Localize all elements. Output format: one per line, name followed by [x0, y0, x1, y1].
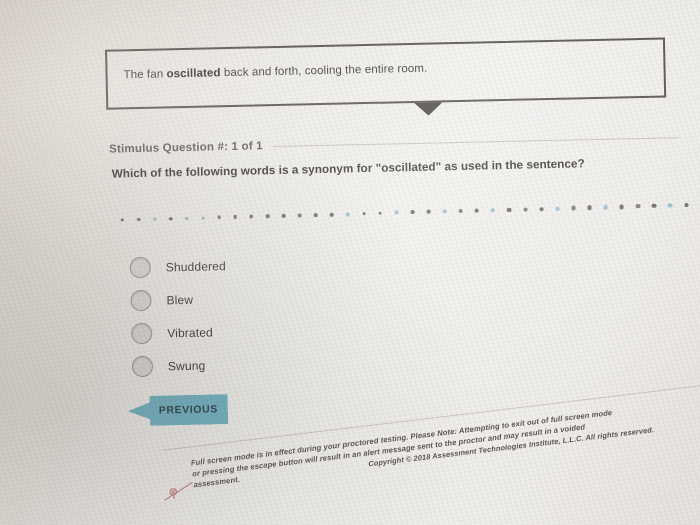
progress-dot[interactable]: [587, 205, 592, 210]
photographed-screen: The fan oscillated back and forth, cooli…: [0, 0, 700, 525]
answer-option[interactable]: Swung: [131, 348, 229, 383]
stimulus-keyword: oscillated: [166, 67, 221, 81]
progress-dot[interactable]: [313, 213, 318, 217]
progress-dot[interactable]: [458, 209, 463, 214]
question-prompt: Which of the following words is a synony…: [111, 157, 585, 181]
progress-dot[interactable]: [297, 213, 302, 218]
progress-dot[interactable]: [539, 206, 544, 212]
question-header-divider: [272, 136, 680, 147]
stimulus-box: The fan oscillated back and forth, cooli…: [105, 37, 667, 110]
progress-dot[interactable]: [426, 209, 431, 214]
progress-dot[interactable]: [523, 207, 528, 212]
page-footer: Full screen mode is in effect during you…: [156, 384, 700, 501]
answer-option[interactable]: Shuddered: [129, 249, 226, 284]
answer-option-label: Blew: [166, 292, 194, 307]
progress-dot[interactable]: [442, 209, 447, 214]
radio-button-icon[interactable]: [129, 256, 152, 279]
laptop-screen: The fan oscillated back and forth, cooli…: [0, 0, 700, 525]
answer-option-label: Swung: [167, 358, 206, 373]
progress-dot[interactable]: [185, 216, 189, 221]
answer-option[interactable]: Vibrated: [130, 315, 228, 350]
progress-dot[interactable]: [555, 206, 560, 211]
answer-option-label: Shuddered: [165, 258, 226, 274]
answer-option-label: Vibrated: [167, 324, 214, 340]
progress-dot[interactable]: [152, 217, 157, 221]
radio-button-icon[interactable]: [131, 355, 154, 378]
stimulus-pointer-triangle: [414, 102, 443, 116]
progress-dot[interactable]: [603, 205, 608, 210]
question-counter: Stimulus Question #: 1 of 1: [109, 140, 263, 156]
answer-options-list: Shuddered Blew Vibrated Swung: [129, 249, 228, 383]
progress-dot[interactable]: [394, 210, 399, 215]
stimulus-sentence: The fan oscillated back and forth, cooli…: [123, 63, 427, 82]
answer-option[interactable]: Blew: [130, 282, 227, 317]
progress-dot[interactable]: [410, 210, 415, 215]
progress-dot[interactable]: [667, 203, 673, 208]
progress-dot[interactable]: [265, 214, 270, 219]
progress-dot[interactable]: [249, 214, 254, 219]
progress-dot[interactable]: [362, 211, 367, 216]
question-header: Stimulus Question #: 1 of 1: [109, 131, 680, 156]
assessment-page: The fan oscillated back and forth, cooli…: [0, 0, 700, 525]
radio-button-icon[interactable]: [130, 289, 152, 312]
progress-dot[interactable]: [506, 207, 512, 212]
progress-dot[interactable]: [120, 218, 125, 222]
progress-dot[interactable]: [233, 215, 238, 219]
previous-button[interactable]: PREVIOUS: [128, 394, 229, 426]
stimulus-text-before: The fan: [123, 68, 167, 82]
stimulus-text-after: back and forth, cooling the entire room.: [220, 62, 428, 80]
radio-button-icon[interactable]: [130, 322, 153, 345]
progress-dot[interactable]: [651, 203, 657, 209]
progress-dot[interactable]: [378, 211, 383, 216]
ati-logo-icon: [161, 478, 197, 504]
progress-dot[interactable]: [474, 208, 479, 213]
previous-button-label: PREVIOUS: [158, 403, 219, 417]
progress-dot[interactable]: [168, 216, 173, 221]
progress-dot[interactable]: [571, 205, 576, 211]
progress-dot-strip[interactable]: [120, 199, 699, 228]
progress-dot[interactable]: [217, 215, 221, 220]
progress-dot[interactable]: [635, 204, 641, 209]
progress-dot[interactable]: [619, 204, 625, 210]
progress-dot[interactable]: [490, 208, 496, 213]
progress-dot[interactable]: [201, 216, 205, 220]
progress-dot[interactable]: [281, 213, 286, 218]
progress-dot[interactable]: [136, 217, 141, 222]
progress-dot[interactable]: [684, 202, 689, 208]
progress-dot[interactable]: [346, 212, 350, 217]
progress-dot[interactable]: [329, 212, 334, 217]
